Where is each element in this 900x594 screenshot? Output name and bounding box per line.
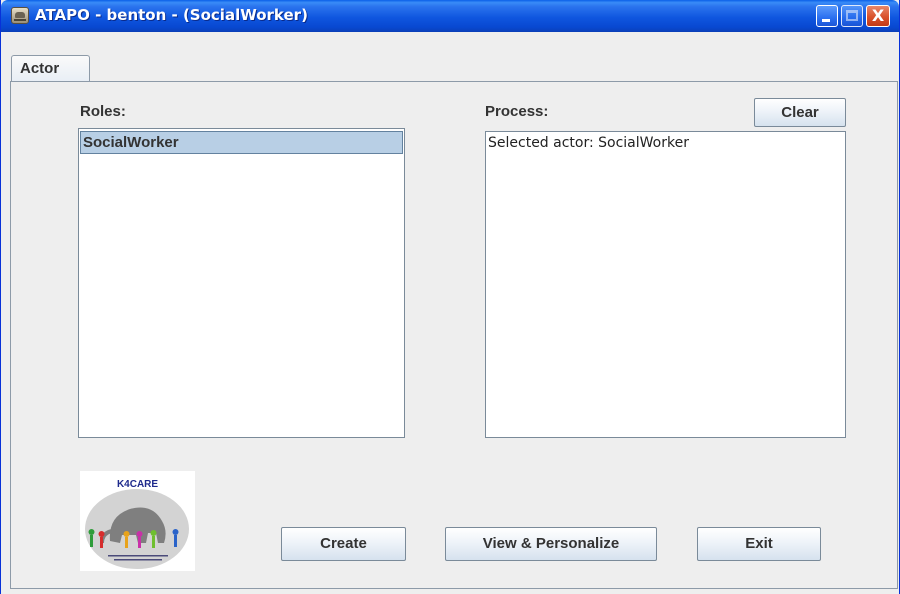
process-label: Process: [485, 103, 549, 120]
minimize-button[interactable] [816, 5, 838, 27]
title-bar[interactable]: ATAPO - benton - (SocialWorker) X [1, 0, 899, 32]
process-output-text: Selected actor: SocialWorker [488, 135, 689, 151]
maximize-icon [846, 10, 858, 21]
tab-actor-label: Actor [20, 60, 60, 77]
view-personalize-button[interactable]: View & Personalize [445, 527, 657, 561]
list-item[interactable]: SocialWorker [80, 131, 403, 154]
roles-label: Roles: [80, 103, 126, 120]
close-icon: X [871, 6, 885, 25]
k4care-logo: K4CARE [80, 471, 195, 571]
minimize-icon [822, 19, 830, 22]
window-title: ATAPO - benton - (SocialWorker) [35, 6, 308, 24]
app-window: ATAPO - benton - (SocialWorker) X Actor … [0, 0, 900, 594]
app-icon[interactable] [11, 7, 29, 24]
clear-button[interactable]: Clear [754, 98, 846, 127]
create-button[interactable]: Create [281, 527, 406, 561]
close-button[interactable]: X [866, 5, 890, 27]
exit-button[interactable]: Exit [697, 527, 821, 561]
maximize-button[interactable] [841, 5, 863, 27]
logo-text: K4CARE [116, 479, 159, 490]
tab-actor[interactable]: Actor [11, 55, 90, 82]
roles-list[interactable]: SocialWorker [78, 128, 405, 438]
process-output-area[interactable]: Selected actor: SocialWorker [485, 131, 846, 438]
